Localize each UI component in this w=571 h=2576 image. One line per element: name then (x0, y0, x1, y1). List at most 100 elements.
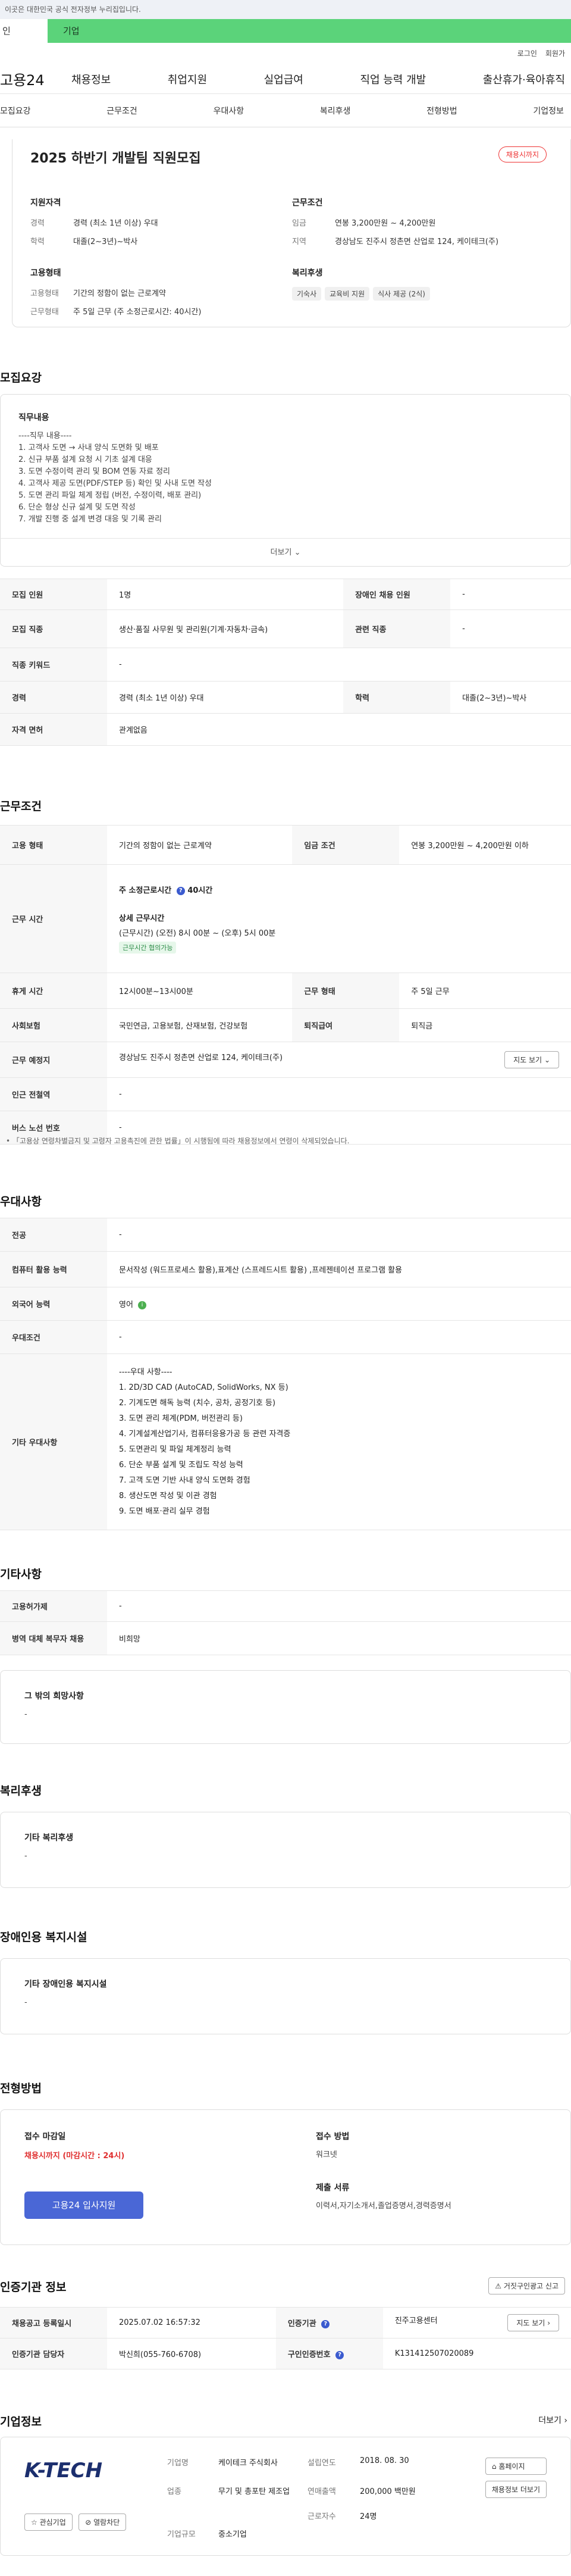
homepage-button[interactable]: ⌂ 홈페이지 (485, 2458, 547, 2475)
row-key: 전공 (0, 1218, 107, 1252)
signup-link[interactable]: 회원가 (545, 49, 565, 58)
block-label: 열람차단 (93, 2518, 120, 2527)
gnb-item-support[interactable]: 취업지원 (168, 71, 207, 87)
kv-value: 케이테크 주식회사 (218, 2459, 278, 2468)
kv-value: 200,000 백만원 (360, 2487, 416, 2496)
gnb-item-training[interactable]: 직업 능력 개발 (360, 71, 426, 87)
company-more-link[interactable]: 더보기 › (538, 2414, 567, 2426)
row-key: 고용허가제 (0, 1590, 107, 1622)
lnb-item-welfare[interactable]: 복리후생 (320, 105, 351, 117)
tab-person[interactable]: 인 (0, 19, 48, 43)
gnb-item-unemployment[interactable]: 실업급여 (264, 71, 303, 87)
site-logo[interactable]: 고용24 (0, 68, 71, 89)
disabled-heading: 기타 장애인용 복지시설 (24, 1980, 107, 1989)
method-heading: 접수 방법 (316, 2132, 350, 2142)
deadline-value: 채용시까지 (마감시간 : 24시) (24, 2152, 125, 2161)
row-value: 비희망 (107, 1621, 571, 1655)
help-icon[interactable]: ? (321, 2319, 330, 2328)
row-key: 채용공고 등록일시 (0, 2307, 107, 2339)
chevron-down-icon: ⌄ (294, 548, 301, 557)
negotiable-badge: 근무시간 협의가능 (119, 942, 177, 954)
row-key: 모집 직종 (0, 609, 107, 648)
disabled-value: - (24, 1998, 27, 2007)
chevron-right-icon: › (547, 2319, 550, 2327)
report-label: 거짓구인광고 신고 (503, 2282, 559, 2290)
kv-key: 지역 (292, 237, 306, 246)
deadline-heading: 접수 마감일 (24, 2132, 66, 2142)
welfare-chip: 식사 제공 (2식) (373, 287, 430, 301)
pref-line: 9. 도면 배포·관리 실무 경험 (119, 1506, 210, 1516)
interest-button[interactable]: ☆ 관심기업 (24, 2514, 73, 2531)
row-value: 관계없음 (107, 713, 571, 746)
lnb-item-recruit[interactable]: 모집요강 (0, 105, 31, 117)
help-icon[interactable]: ? (335, 2350, 344, 2359)
duty-line: 5. 도면 관리 파일 체계 정립 (버전, 수정이력, 배포 관리) (18, 491, 202, 500)
kv-key: 경력 (30, 219, 45, 228)
qual-heading: 지원자격 (30, 198, 61, 208)
chevron-down-icon: ⌄ (544, 1056, 550, 1064)
row-key: 학력 (343, 681, 451, 714)
docs-heading: 제출 서류 (316, 2183, 350, 2193)
row-key: 휴게 시간 (0, 973, 107, 1009)
lnb-item-work[interactable]: 근무조건 (106, 105, 137, 117)
kv-key: 연매출액 (308, 2487, 336, 2496)
duty-line: 6. 단순 형상 신규 설계 및 도면 작성 (18, 503, 136, 512)
disabled-box: 기타 장애인용 복지시설 - (0, 1958, 571, 2034)
agency-map-button[interactable]: 지도 보기 › (507, 2314, 559, 2331)
kv-key: 학력 (30, 237, 45, 246)
emp-heading: 고용형태 (30, 268, 61, 278)
row-value: 진주고용센터 (394, 2316, 438, 2325)
login-link[interactable]: 로그인 (517, 49, 537, 58)
kv-key: 근로자수 (308, 2512, 336, 2521)
method-value: 워크넷 (316, 2150, 337, 2159)
row-key: 우대조건 (0, 1320, 107, 1354)
row-key: 퇴직급여 (292, 1008, 400, 1042)
kv-value: 중소기업 (218, 2530, 247, 2539)
tab-company[interactable]: 기업 (48, 19, 571, 43)
map-button[interactable]: 지도 보기 ⌄ (504, 1051, 559, 1068)
gnb-item-leave[interactable]: 출산휴가·육아휴직 (483, 71, 565, 87)
row-value: 기간의 정함이 없는 근로계약 (107, 825, 293, 865)
kv-key: 설립연도 (308, 2459, 336, 2468)
row-key: 근무 형태 (292, 973, 400, 1009)
company-box: K-TECH ☆ 관심기업 ⊘ 열람차단 기업명 케이테크 주식회사 설립연도 201… (0, 2437, 571, 2556)
more-button[interactable]: 더보기 ⌄ (0, 538, 571, 567)
row-value: 1명 (107, 579, 344, 610)
kv-value: 무기 및 총포탄 제조업 (218, 2487, 290, 2496)
lnb-item-pref[interactable]: 우대사항 (214, 105, 244, 117)
report-button[interactable]: ⚠ 거짓구인광고 신고 (488, 2277, 565, 2294)
agency-title: 인증기관 정보 (0, 2281, 67, 2294)
row-value: - (107, 1218, 571, 1252)
pref-line: 8. 생산도면 작성 및 이관 경험 (119, 1491, 217, 1500)
welfare-box: 기타 복리후생 - (0, 1812, 571, 1888)
row-value: 퇴직금 (399, 1008, 571, 1042)
pref-table: 전공 - 컴퓨터 활용 능력 문서작성 (워드프로세스 활용),표계산 (스프레드시… (0, 1218, 571, 1530)
apply-button[interactable]: 고용24 입사지원 (24, 2192, 143, 2219)
age-law-note: • 「고용상 연령차별금지 및 고령자 고용촉진에 관한 법률」이 시행됨에 따… (6, 1137, 350, 1145)
row-value: 연봉 3,200만원 ~ 4,200만원 이하 (399, 825, 571, 865)
homepage-label: 홈페이지 (498, 2462, 525, 2471)
info-icon[interactable]: i (138, 1300, 147, 1309)
kv-value: 기간의 정함이 없는 근로계약 (73, 289, 166, 298)
block-button[interactable]: ⊘ 열람차단 (79, 2514, 127, 2531)
lnb-item-screening[interactable]: 전형방법 (426, 105, 457, 117)
row-key: 자격 면허 (0, 713, 107, 746)
pref-line: 7. 고객 도면 기반 사내 양식 도면화 경험 (119, 1475, 250, 1485)
row-value: - (450, 579, 571, 610)
docs-value: 이력서,자기소개서,졸업증명서,경력증명서 (316, 2202, 451, 2211)
row-key: 관련 직종 (343, 609, 451, 648)
welfare-other-heading: 기타 복리후생 (24, 1833, 74, 1843)
lnb-item-company[interactable]: 기업정보 (533, 105, 564, 117)
row-value: 경력 (최소 1년 이상) 우대 (107, 681, 344, 714)
row-key: 병역 대체 복무자 채용 (0, 1621, 107, 1655)
welfare-chip: 교육비 지원 (325, 287, 370, 301)
report-icon: ⚠ (495, 2282, 502, 2290)
help-icon[interactable]: ? (176, 886, 185, 895)
row-key: 인근 전철역 (0, 1077, 107, 1111)
duty-line: 3. 도면 수정이력 관리 및 BOM 연동 자료 정리 (18, 467, 171, 476)
more-jobs-button[interactable]: 채용정보 더보기 (485, 2481, 547, 2498)
kv-value: 경력 (최소 1년 이상) 우대 (73, 219, 158, 228)
kv-key: 기업규모 (167, 2530, 196, 2539)
agency-table: 채용공고 등록일시 2025.07.02 16:57:32 인증기관 ? 진주고용센터… (0, 2307, 571, 2369)
gnb-item-jobs[interactable]: 채용정보 (71, 71, 111, 87)
